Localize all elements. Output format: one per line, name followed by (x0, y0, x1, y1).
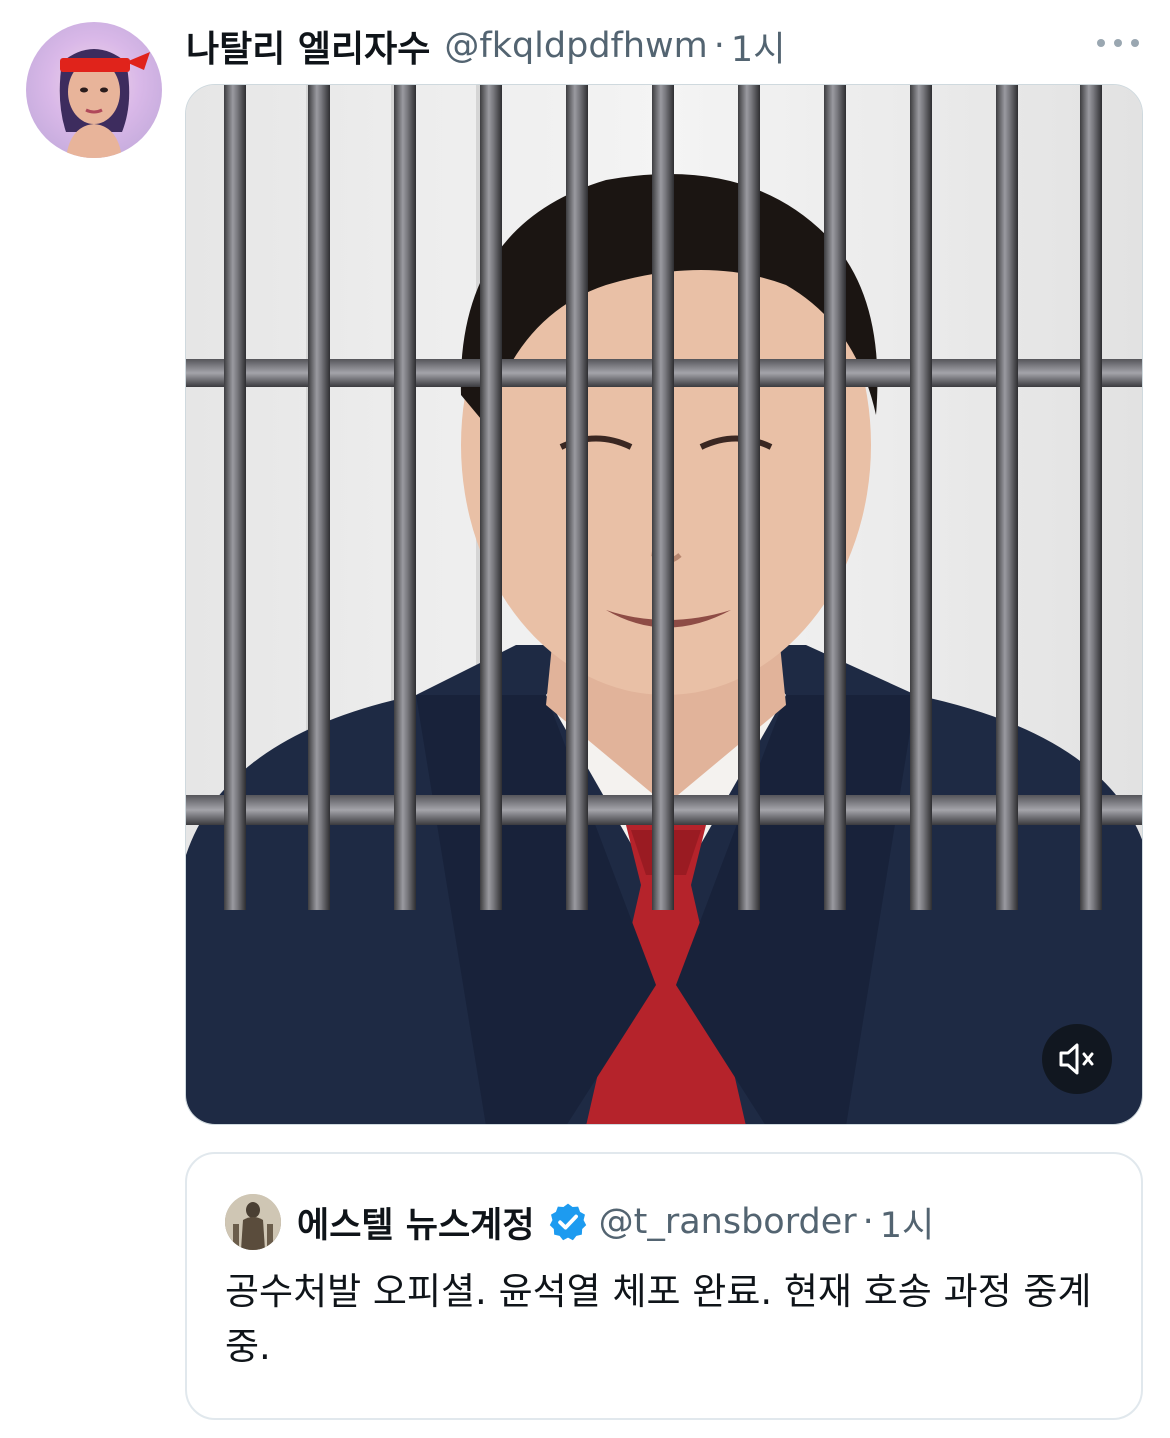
avatar-image (59, 49, 150, 158)
author-avatar[interactable] (26, 22, 162, 158)
author-display-name[interactable]: 나탈리 엘리자수 (186, 20, 430, 72)
quoted-tweet-timestamp[interactable]: 1시 (880, 1197, 934, 1248)
more-options-button[interactable] (1088, 28, 1148, 58)
tweet-header: 나탈리 엘리자수 @fkqldpdfhwm · 1시 (186, 18, 785, 74)
quoted-avatar-image (225, 1194, 281, 1250)
author-handle[interactable]: @fkqldpdfhwm (444, 26, 707, 66)
separator-dot: · (862, 1202, 874, 1242)
quoted-author-handle[interactable]: @t_ransborder (599, 1202, 857, 1242)
more-dot (1131, 39, 1139, 47)
quoted-tweet-header: 에스텔 뉴스계정 @t_ransborder · 1시 (225, 1194, 934, 1250)
tweet-timestamp[interactable]: 1시 (731, 21, 785, 72)
quoted-author-avatar[interactable] (225, 1194, 281, 1250)
volume-muted-icon (1059, 1043, 1094, 1075)
video-frame-image (186, 85, 1142, 1124)
more-dot (1114, 39, 1122, 47)
unmute-button[interactable] (1042, 1024, 1112, 1094)
verified-badge-icon (549, 1203, 586, 1241)
more-horizontal-icon (1097, 39, 1105, 47)
quoted-tweet-card[interactable]: 에스텔 뉴스계정 @t_ransborder · 1시 공수처발 오피셜. 윤석… (185, 1152, 1143, 1420)
quoted-tweet-text: 공수처발 오피셜. 윤석열 체포 완료. 현재 호송 과정 중계중. (225, 1270, 1092, 1368)
tweet-video[interactable] (185, 84, 1143, 1125)
separator-dot: · (713, 26, 725, 66)
quoted-author-display-name[interactable]: 에스텔 뉴스계정 (297, 1197, 535, 1248)
